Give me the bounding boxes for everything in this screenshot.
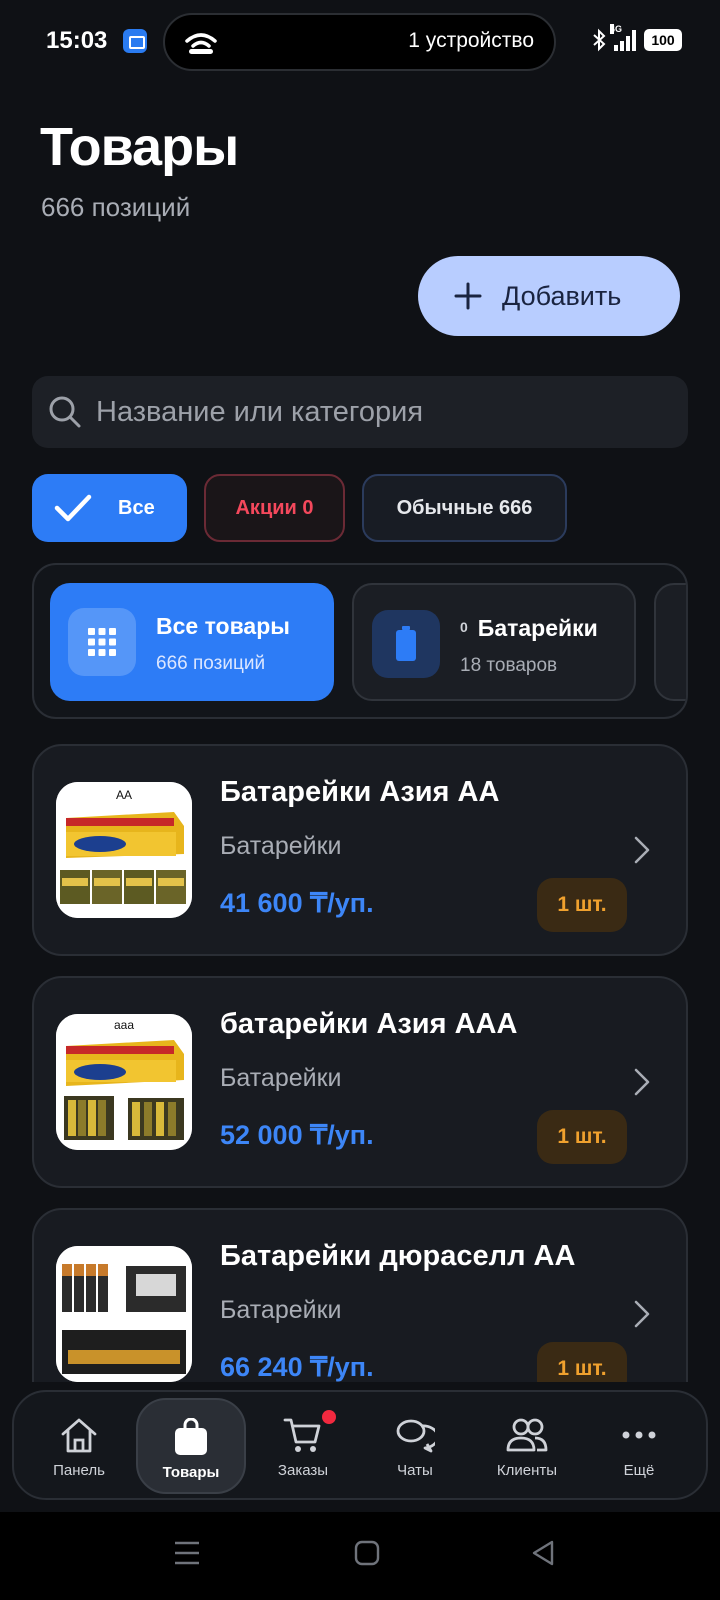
product-name: батарейки Азия ААА xyxy=(220,1008,518,1040)
product-qty-badge: 1 шт. xyxy=(537,1342,627,1382)
users-icon xyxy=(506,1418,548,1452)
app-notification-icon xyxy=(123,29,147,53)
product-name: Батарейки Азия АА xyxy=(220,776,500,808)
nav-label: Чаты xyxy=(397,1462,433,1479)
product-category: Батарейки xyxy=(220,832,342,860)
page-subtitle: 666 позиций xyxy=(41,192,191,222)
hotspot-icon xyxy=(185,33,217,54)
nav-item-orders[interactable]: Заказы xyxy=(248,1398,358,1494)
product-image-label: AA xyxy=(116,788,132,802)
filter-promo-chip[interactable]: Акции 0 xyxy=(204,474,345,542)
category-title: Все товары xyxy=(156,613,290,639)
page-title: Товары xyxy=(40,117,239,177)
category-card-batteries[interactable]: 0 Батарейки 18 товаров xyxy=(352,583,636,701)
filter-regular-chip[interactable]: Обычные 666 xyxy=(362,474,567,542)
nav-label: Ещё xyxy=(623,1462,655,1479)
recent-apps-icon[interactable] xyxy=(174,1540,200,1566)
add-button-label: Добавить xyxy=(502,280,622,311)
bottom-nav: Панель Товары Заказы Чаты Клиенты Ещё xyxy=(12,1390,708,1500)
chat-icon xyxy=(396,1419,435,1453)
filter-all-chip[interactable]: Все xyxy=(32,474,187,542)
category-count: 18 товаров xyxy=(460,655,558,676)
category-name: Батарейки xyxy=(477,615,598,641)
system-nav-bar xyxy=(0,1512,720,1600)
nav-item-more[interactable]: Ещё xyxy=(584,1398,694,1494)
nav-item-products[interactable]: Товары xyxy=(136,1398,246,1494)
product-list[interactable]: AA Батарейки Азия АА Батарейки 41 600 ₸/… xyxy=(0,740,720,1382)
back-icon[interactable] xyxy=(530,1540,556,1566)
network-type: 4G xyxy=(610,24,623,34)
product-price: 66 240 ₸/уп. xyxy=(220,1352,374,1382)
nav-label: Товары xyxy=(162,1464,220,1481)
search-icon xyxy=(49,396,81,428)
product-card[interactable]: Батарейки дюраселл АА Батарейки 66 240 ₸… xyxy=(32,1208,688,1382)
hotspot-pill[interactable]: 1 устройство xyxy=(163,13,556,71)
category-title: 0 Батарейки xyxy=(460,615,598,642)
check-icon xyxy=(54,494,92,522)
category-prefix: 0 xyxy=(460,619,468,635)
chevron-right-icon xyxy=(634,836,650,864)
chevron-right-icon xyxy=(634,1068,650,1096)
orders-badge xyxy=(322,1410,336,1424)
product-image-label: aaa xyxy=(114,1018,134,1032)
product-image xyxy=(56,1246,192,1382)
product-category: Батарейки xyxy=(220,1296,342,1324)
plus-icon xyxy=(454,282,482,310)
category-carousel[interactable]: Все товары 666 позиций 0 Батарейки 18 тов… xyxy=(32,563,688,719)
battery-icon: 100 xyxy=(644,29,682,51)
more-icon xyxy=(622,1431,656,1439)
product-price: 52 000 ₸/уп. xyxy=(220,1120,374,1150)
filter-promo-label: Акции 0 xyxy=(235,496,314,519)
category-card-partial[interactable] xyxy=(654,583,686,701)
product-qty-badge: 1 шт. xyxy=(537,1110,627,1164)
nav-item-chats[interactable]: Чаты xyxy=(360,1398,470,1494)
filter-regular-label: Обычные 666 xyxy=(396,496,533,519)
signal-icon: 4G xyxy=(610,24,636,51)
status-icons: 4G 100 xyxy=(592,24,682,52)
product-card[interactable]: aaa батарейки Азия ААА Батарейки 52 000 … xyxy=(32,976,688,1188)
search-input[interactable] xyxy=(96,395,656,429)
nav-item-panel[interactable]: Панель xyxy=(24,1398,134,1494)
nav-label: Клиенты xyxy=(496,1462,558,1479)
cart-icon xyxy=(283,1418,321,1452)
search-bar[interactable] xyxy=(32,376,688,448)
hotspot-text: 1 устройство xyxy=(408,29,534,52)
nav-label: Заказы xyxy=(277,1462,329,1479)
product-category: Батарейки xyxy=(220,1064,342,1092)
bluetooth-icon xyxy=(593,28,606,52)
product-image: AA xyxy=(56,782,192,918)
product-qty-badge: 1 шт. xyxy=(537,878,627,932)
product-name: Батарейки дюраселл АА xyxy=(220,1240,576,1272)
product-price: 41 600 ₸/уп. xyxy=(220,888,374,918)
battery-icon xyxy=(372,610,440,678)
category-card-all[interactable]: Все товары 666 позиций xyxy=(50,583,334,701)
status-bar: 15:03 1 устройство 4G 100 xyxy=(0,0,720,84)
home-button-icon[interactable] xyxy=(354,1540,380,1566)
filter-all-label: Все xyxy=(118,496,155,519)
home-icon xyxy=(61,1418,97,1453)
nav-label: Панель xyxy=(53,1462,105,1479)
product-image: aaa xyxy=(56,1014,192,1150)
bag-icon xyxy=(175,1418,207,1455)
grid-icon xyxy=(68,608,136,676)
product-card[interactable]: AA Батарейки Азия АА Батарейки 41 600 ₸/… xyxy=(32,744,688,956)
status-time: 15:03 xyxy=(46,27,108,54)
nav-item-clients[interactable]: Клиенты xyxy=(472,1398,582,1494)
category-count: 666 позиций xyxy=(156,653,266,674)
add-button[interactable]: Добавить xyxy=(418,256,680,336)
chevron-right-icon xyxy=(634,1300,650,1328)
